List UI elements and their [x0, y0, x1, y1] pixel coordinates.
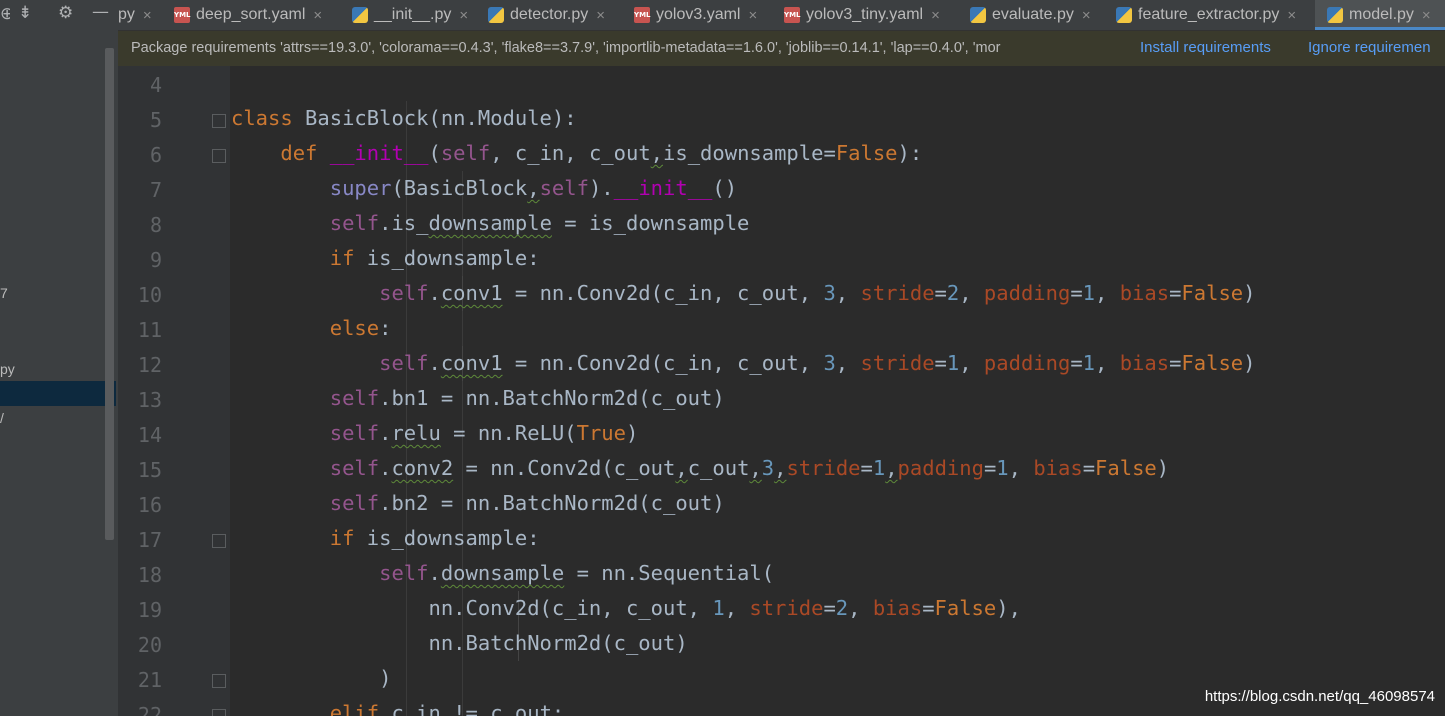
fold-marker-icon[interactable] [212, 534, 226, 548]
line-number: 19 [137, 598, 162, 622]
code-line[interactable]: super(BasicBlock,self).__init__() [231, 171, 737, 206]
fold-marker-icon[interactable] [212, 709, 226, 716]
editor-tab-bar: py × YML deep_sort.yaml × __init__.py × … [118, 0, 1445, 31]
tab-yolov3-yaml[interactable]: YML yolov3.yaml × [634, 0, 757, 30]
code-line[interactable]: nn.Conv2d(c_in, c_out, 1, stride=2, bias… [231, 591, 1020, 626]
tab-label: feature_extractor.py [1138, 6, 1280, 23]
yaml-file-icon: YML [634, 7, 651, 23]
code-line[interactable]: if is_downsample: [231, 521, 540, 556]
code-line[interactable]: self.conv2 = nn.Conv2d(c_out,c_out,3,str… [231, 451, 1169, 486]
close-icon[interactable]: × [931, 7, 940, 24]
python-file-icon [1327, 7, 1343, 23]
tab-model-py[interactable]: model.py × [1315, 0, 1445, 30]
watermark: https://blog.csdn.net/qq_46098574 [1204, 688, 1435, 705]
tab-label: evaluate.py [992, 6, 1074, 23]
close-icon[interactable]: × [748, 7, 757, 24]
line-number: 6 [149, 143, 162, 167]
tab-label: yolov3.yaml [656, 6, 741, 23]
banner-message: Package requirements 'attrs==19.3.0', 'c… [131, 40, 1001, 56]
tree-item[interactable]: 7 [0, 285, 8, 301]
code-line[interactable]: self.is_downsample = is_downsample [231, 206, 750, 241]
code-line[interactable]: if is_downsample: [231, 241, 540, 276]
tab-label: model.py [1349, 6, 1414, 23]
tab-label: yolov3_tiny.yaml [806, 6, 924, 23]
line-number: 16 [137, 493, 162, 517]
tab-label: detector.py [510, 6, 589, 23]
code-line[interactable]: elif c_in != c_out: [231, 696, 565, 716]
tab-evaluate-py[interactable]: evaluate.py × [970, 0, 1091, 30]
line-number: 22 [137, 703, 162, 716]
tab-label: py [118, 6, 135, 23]
tree-item[interactable]: / [0, 410, 4, 426]
line-number: 4 [149, 73, 162, 97]
code-line[interactable]: self.downsample = nn.Sequential( [231, 556, 774, 591]
ignore-requirements-link[interactable]: Ignore requiremen [1308, 39, 1431, 56]
project-toolbar: ⊕ ⇟ ⚙ — [0, 0, 118, 30]
yaml-file-icon: YML [784, 7, 801, 23]
code-line[interactable]: self.conv1 = nn.Conv2d(c_in, c_out, 3, s… [231, 346, 1255, 381]
line-number: 8 [149, 213, 162, 237]
tab-yolov3-tiny-yaml[interactable]: YML yolov3_tiny.yaml × [784, 0, 940, 30]
line-number: 20 [137, 633, 162, 657]
close-icon[interactable]: × [1287, 7, 1296, 24]
collapse-icon[interactable]: ⇟ [18, 3, 32, 23]
code-line[interactable]: nn.BatchNorm2d(c_out) [231, 626, 687, 661]
python-file-icon [352, 7, 368, 23]
tab-deep-sort-yaml[interactable]: YML deep_sort.yaml × [174, 0, 322, 30]
line-number: 12 [137, 353, 162, 377]
python-file-icon [970, 7, 986, 23]
install-requirements-link[interactable]: Install requirements [1140, 39, 1271, 56]
fold-marker-icon[interactable] [212, 674, 226, 688]
line-number: 10 [137, 283, 162, 307]
requirements-banner: Package requirements 'attrs==19.3.0', 'c… [118, 31, 1445, 67]
fold-marker-icon[interactable] [212, 149, 226, 163]
minimize-icon[interactable]: — [92, 2, 109, 22]
code-line[interactable]: self.bn1 = nn.BatchNorm2d(c_out) [231, 381, 725, 416]
python-file-icon [488, 7, 504, 23]
code-line[interactable]: self.relu = nn.ReLU(True) [231, 416, 639, 451]
line-number: 18 [137, 563, 162, 587]
close-icon[interactable]: × [1422, 7, 1431, 24]
tree-item[interactable]: py [0, 361, 15, 377]
line-number: 5 [149, 108, 162, 132]
close-icon[interactable]: × [1082, 7, 1091, 24]
line-number: 14 [137, 423, 162, 447]
selected-tree-row[interactable] [0, 381, 116, 406]
tab-feature-extractor-py[interactable]: feature_extractor.py × [1116, 0, 1296, 30]
tab-label: __init__.py [374, 6, 452, 23]
code-line[interactable]: def __init__(self, c_in, c_out,is_downsa… [231, 136, 922, 171]
gear-icon[interactable]: ⚙ [58, 3, 73, 23]
line-number: 15 [137, 458, 162, 482]
code-line[interactable]: self.bn2 = nn.BatchNorm2d(c_out) [231, 486, 725, 521]
line-number: 7 [149, 178, 162, 202]
tab-detector-py[interactable]: detector.py × [488, 0, 605, 30]
editor-gutter: 4 5 6 7 8 9 10 11 12 13 14 15 16 17 18 1… [118, 66, 230, 716]
code-line[interactable]: else: [231, 311, 392, 346]
yaml-file-icon: YML [174, 7, 191, 23]
close-icon[interactable]: × [596, 7, 605, 24]
globe-icon[interactable]: ⊕ [0, 4, 10, 24]
code-editor[interactable]: 4 5 6 7 8 9 10 11 12 13 14 15 16 17 18 1… [118, 66, 1445, 716]
project-scrollbar[interactable] [105, 48, 114, 540]
line-number: 21 [137, 668, 162, 692]
close-icon[interactable]: × [143, 7, 152, 24]
code-area[interactable]: class BasicBlock(nn.Module): def __init_… [231, 66, 1445, 716]
line-number: 9 [149, 248, 162, 272]
fold-marker-icon[interactable] [212, 114, 226, 128]
close-icon[interactable]: × [313, 7, 322, 24]
tab-init-py[interactable]: __init__.py × [352, 0, 468, 30]
tab-label: deep_sort.yaml [196, 6, 306, 23]
tab-partial-py[interactable]: py × [118, 0, 152, 30]
python-file-icon [1116, 7, 1132, 23]
line-number: 11 [137, 318, 162, 342]
code-line[interactable]: class BasicBlock(nn.Module): [231, 101, 577, 136]
code-line[interactable]: ) [231, 661, 391, 696]
line-number: 13 [137, 388, 162, 412]
project-panel: ⊕ ⇟ ⚙ — 7 py / [0, 0, 118, 716]
line-number: 17 [137, 528, 162, 552]
code-line[interactable]: self.conv1 = nn.Conv2d(c_in, c_out, 3, s… [231, 276, 1255, 311]
close-icon[interactable]: × [459, 7, 468, 24]
